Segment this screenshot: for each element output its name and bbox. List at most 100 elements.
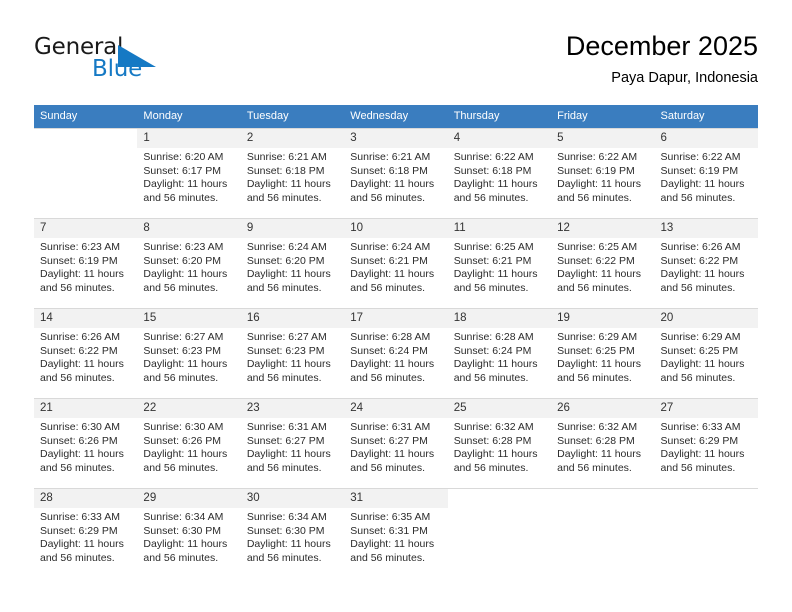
- daylight-text-line2: and 56 minutes.: [453, 371, 529, 384]
- daylight-text-line2: and 56 minutes.: [660, 191, 736, 204]
- daylight-text-line1: Daylight: 11 hours: [660, 448, 745, 461]
- daylight-text-line1: Daylight: 11 hours: [660, 268, 745, 281]
- sunset-text: Sunset: 6:22 PM: [660, 254, 739, 267]
- daylight-text-line1: Daylight: 11 hours: [40, 268, 124, 281]
- daylight-text-line2: and 56 minutes.: [453, 281, 529, 294]
- sunset-text: Sunset: 6:22 PM: [40, 344, 118, 357]
- weekday-header-friday: Friday: [551, 105, 655, 129]
- daylight-text-line2: and 56 minutes.: [350, 461, 425, 474]
- day-number: 15: [137, 309, 241, 328]
- day-number: [551, 489, 654, 508]
- calendar-empty-cell: [34, 128, 138, 219]
- day-number: 18: [447, 309, 552, 328]
- calendar-day-cell[interactable]: 15 Sunrise: 6:27 AM Sunset: 6:23 PM Dayligh…: [137, 308, 241, 399]
- day-details: Sunrise: 6:33 AM Sunset: 6:29 PM Daylight:…: [34, 508, 137, 565]
- calendar-day-cell[interactable]: 27 Sunrise: 6:33 AM Sunset: 6:29 PM Dayligh…: [654, 398, 758, 489]
- day-details: Sunrise: 6:25 AM Sunset: 6:21 PM Daylight:…: [448, 238, 551, 295]
- calendar-day-cell[interactable]: 13 Sunrise: 6:26 AM Sunset: 6:22 PM Dayligh…: [654, 218, 758, 309]
- day-number: 4: [447, 129, 552, 148]
- sunrise-text: Sunrise: 6:21 AM: [246, 151, 327, 163]
- calendar-day-cell[interactable]: 1 Sunrise: 6:20 AM Sunset: 6:17 PM Daylight…: [137, 128, 241, 219]
- calendar-day-cell[interactable]: 19 Sunrise: 6:29 AM Sunset: 6:25 PM Dayligh…: [551, 308, 655, 399]
- day-details: Sunrise: 6:33 AM Sunset: 6:29 PM Daylight:…: [655, 418, 758, 475]
- calendar-day-cell[interactable]: 10 Sunrise: 6:24 AM Sunset: 6:21 PM Dayligh…: [344, 218, 448, 309]
- daylight-text-line2: and 56 minutes.: [557, 371, 632, 384]
- calendar-day-cell[interactable]: 5 Sunrise: 6:22 AM Sunset: 6:19 PM Daylight…: [551, 128, 655, 219]
- day-number: 7: [34, 219, 138, 238]
- daylight-text-line2: and 56 minutes.: [557, 191, 632, 204]
- brand-logo[interactable]: General Blue: [34, 34, 254, 92]
- day-number: 26: [551, 399, 655, 418]
- day-details: Sunrise: 6:26 AM Sunset: 6:22 PM Daylight:…: [655, 238, 758, 295]
- daylight-text-line1: Daylight: 11 hours: [350, 448, 435, 461]
- daylight-text-line2: and 56 minutes.: [246, 551, 322, 564]
- day-number: [655, 489, 758, 508]
- calendar-day-cell[interactable]: 3 Sunrise: 6:21 AM Sunset: 6:18 PM Daylight…: [344, 128, 448, 219]
- calendar-week-row: 21 Sunrise: 6:30 AM Sunset: 6:26 PM Dayligh…: [34, 398, 758, 489]
- day-details: Sunrise: 6:24 AM Sunset: 6:20 PM Daylight:…: [241, 238, 344, 295]
- day-details: Sunrise: 6:23 AM Sunset: 6:19 PM Daylight:…: [34, 238, 137, 295]
- daylight-text-line1: Daylight: 11 hours: [40, 538, 124, 551]
- calendar-day-cell[interactable]: 22 Sunrise: 6:30 AM Sunset: 6:26 PM Dayligh…: [137, 398, 241, 489]
- calendar-day-cell[interactable]: 24 Sunrise: 6:31 AM Sunset: 6:27 PM Dayligh…: [344, 398, 448, 489]
- sunrise-text: Sunrise: 6:22 AM: [660, 151, 741, 163]
- calendar-day-cell[interactable]: 9 Sunrise: 6:24 AM Sunset: 6:20 PM Daylight…: [240, 218, 345, 309]
- calendar-empty-cell: [654, 488, 758, 578]
- day-details: Sunrise: 6:22 AM Sunset: 6:19 PM Daylight:…: [655, 148, 758, 205]
- day-details: Sunrise: 6:26 AM Sunset: 6:22 PM Daylight:…: [34, 328, 137, 385]
- daylight-text-line2: and 56 minutes.: [143, 371, 219, 384]
- daylight-text-line2: and 56 minutes.: [40, 461, 115, 474]
- daylight-text-line2: and 56 minutes.: [660, 371, 736, 384]
- day-details: Sunrise: 6:35 AM Sunset: 6:31 PM Daylight:…: [344, 508, 447, 565]
- calendar-day-cell[interactable]: 16 Sunrise: 6:27 AM Sunset: 6:23 PM Dayligh…: [240, 308, 345, 399]
- daylight-text-line2: and 56 minutes.: [350, 281, 425, 294]
- day-details: Sunrise: 6:22 AM Sunset: 6:19 PM Daylight:…: [551, 148, 654, 205]
- calendar-day-cell[interactable]: 6 Sunrise: 6:22 AM Sunset: 6:19 PM Daylight…: [654, 128, 758, 219]
- day-details: Sunrise: 6:20 AM Sunset: 6:17 PM Daylight:…: [137, 148, 240, 205]
- calendar-day-cell[interactable]: 17 Sunrise: 6:28 AM Sunset: 6:24 PM Dayligh…: [344, 308, 448, 399]
- calendar-day-cell[interactable]: 21 Sunrise: 6:30 AM Sunset: 6:26 PM Dayligh…: [34, 398, 138, 489]
- sunrise-text: Sunrise: 6:28 AM: [350, 331, 431, 343]
- calendar-day-cell[interactable]: 2 Sunrise: 6:21 AM Sunset: 6:18 PM Daylight…: [240, 128, 345, 219]
- day-details: Sunrise: 6:21 AM Sunset: 6:18 PM Daylight:…: [344, 148, 447, 205]
- sunset-text: Sunset: 6:20 PM: [246, 254, 325, 267]
- day-number: 21: [34, 399, 138, 418]
- calendar-day-cell[interactable]: 4 Sunrise: 6:22 AM Sunset: 6:18 PM Daylight…: [447, 128, 552, 219]
- day-details: Sunrise: 6:30 AM Sunset: 6:26 PM Daylight:…: [137, 418, 240, 475]
- calendar-day-cell[interactable]: 8 Sunrise: 6:23 AM Sunset: 6:20 PM Daylight…: [137, 218, 241, 309]
- sunrise-text: Sunrise: 6:35 AM: [350, 511, 431, 523]
- sunset-text: Sunset: 6:30 PM: [143, 524, 222, 537]
- day-details: Sunrise: 6:24 AM Sunset: 6:21 PM Daylight:…: [344, 238, 447, 295]
- calendar-day-cell[interactable]: 25 Sunrise: 6:32 AM Sunset: 6:28 PM Dayligh…: [447, 398, 552, 489]
- day-details: Sunrise: 6:32 AM Sunset: 6:28 PM Daylight:…: [551, 418, 654, 475]
- day-number: 24: [344, 399, 448, 418]
- calendar-day-cell[interactable]: 18 Sunrise: 6:28 AM Sunset: 6:24 PM Dayligh…: [447, 308, 552, 399]
- calendar-day-cell[interactable]: 20 Sunrise: 6:29 AM Sunset: 6:25 PM Dayligh…: [654, 308, 758, 399]
- day-details: Sunrise: 6:34 AM Sunset: 6:30 PM Daylight:…: [241, 508, 344, 565]
- calendar-day-cell[interactable]: 12 Sunrise: 6:25 AM Sunset: 6:22 PM Dayligh…: [551, 218, 655, 309]
- daylight-text-line2: and 56 minutes.: [40, 551, 115, 564]
- calendar-day-cell[interactable]: 31 Sunrise: 6:35 AM Sunset: 6:31 PM Dayligh…: [344, 488, 448, 578]
- daylight-text-line1: Daylight: 11 hours: [453, 448, 538, 461]
- calendar-day-cell[interactable]: 23 Sunrise: 6:31 AM Sunset: 6:27 PM Dayligh…: [240, 398, 345, 489]
- day-number: [448, 489, 551, 508]
- weekday-header-thursday: Thursday: [447, 105, 552, 129]
- calendar-empty-cell: [447, 488, 552, 578]
- calendar-day-cell[interactable]: 14 Sunrise: 6:26 AM Sunset: 6:22 PM Dayligh…: [34, 308, 138, 399]
- calendar-day-cell[interactable]: 7 Sunrise: 6:23 AM Sunset: 6:19 PM Daylight…: [34, 218, 138, 309]
- sunset-text: Sunset: 6:26 PM: [143, 434, 222, 447]
- daylight-text-line1: Daylight: 11 hours: [453, 358, 538, 371]
- calendar-day-cell[interactable]: 26 Sunrise: 6:32 AM Sunset: 6:28 PM Dayligh…: [551, 398, 655, 489]
- sunrise-text: Sunrise: 6:28 AM: [453, 331, 534, 343]
- calendar-day-cell[interactable]: 28 Sunrise: 6:33 AM Sunset: 6:29 PM Dayligh…: [34, 488, 138, 578]
- sunrise-text: Sunrise: 6:23 AM: [143, 241, 224, 253]
- calendar-day-cell[interactable]: 29 Sunrise: 6:34 AM Sunset: 6:30 PM Dayligh…: [137, 488, 241, 578]
- day-number: 11: [447, 219, 552, 238]
- sunrise-text: Sunrise: 6:33 AM: [660, 421, 741, 433]
- daylight-text-line1: Daylight: 11 hours: [246, 178, 331, 191]
- day-details: Sunrise: 6:29 AM Sunset: 6:25 PM Daylight:…: [551, 328, 654, 385]
- day-number: 6: [654, 129, 758, 148]
- calendar-day-cell[interactable]: 11 Sunrise: 6:25 AM Sunset: 6:21 PM Dayligh…: [447, 218, 552, 309]
- calendar-day-cell[interactable]: 30 Sunrise: 6:34 AM Sunset: 6:30 PM Dayligh…: [240, 488, 345, 578]
- sunset-text: Sunset: 6:28 PM: [557, 434, 635, 447]
